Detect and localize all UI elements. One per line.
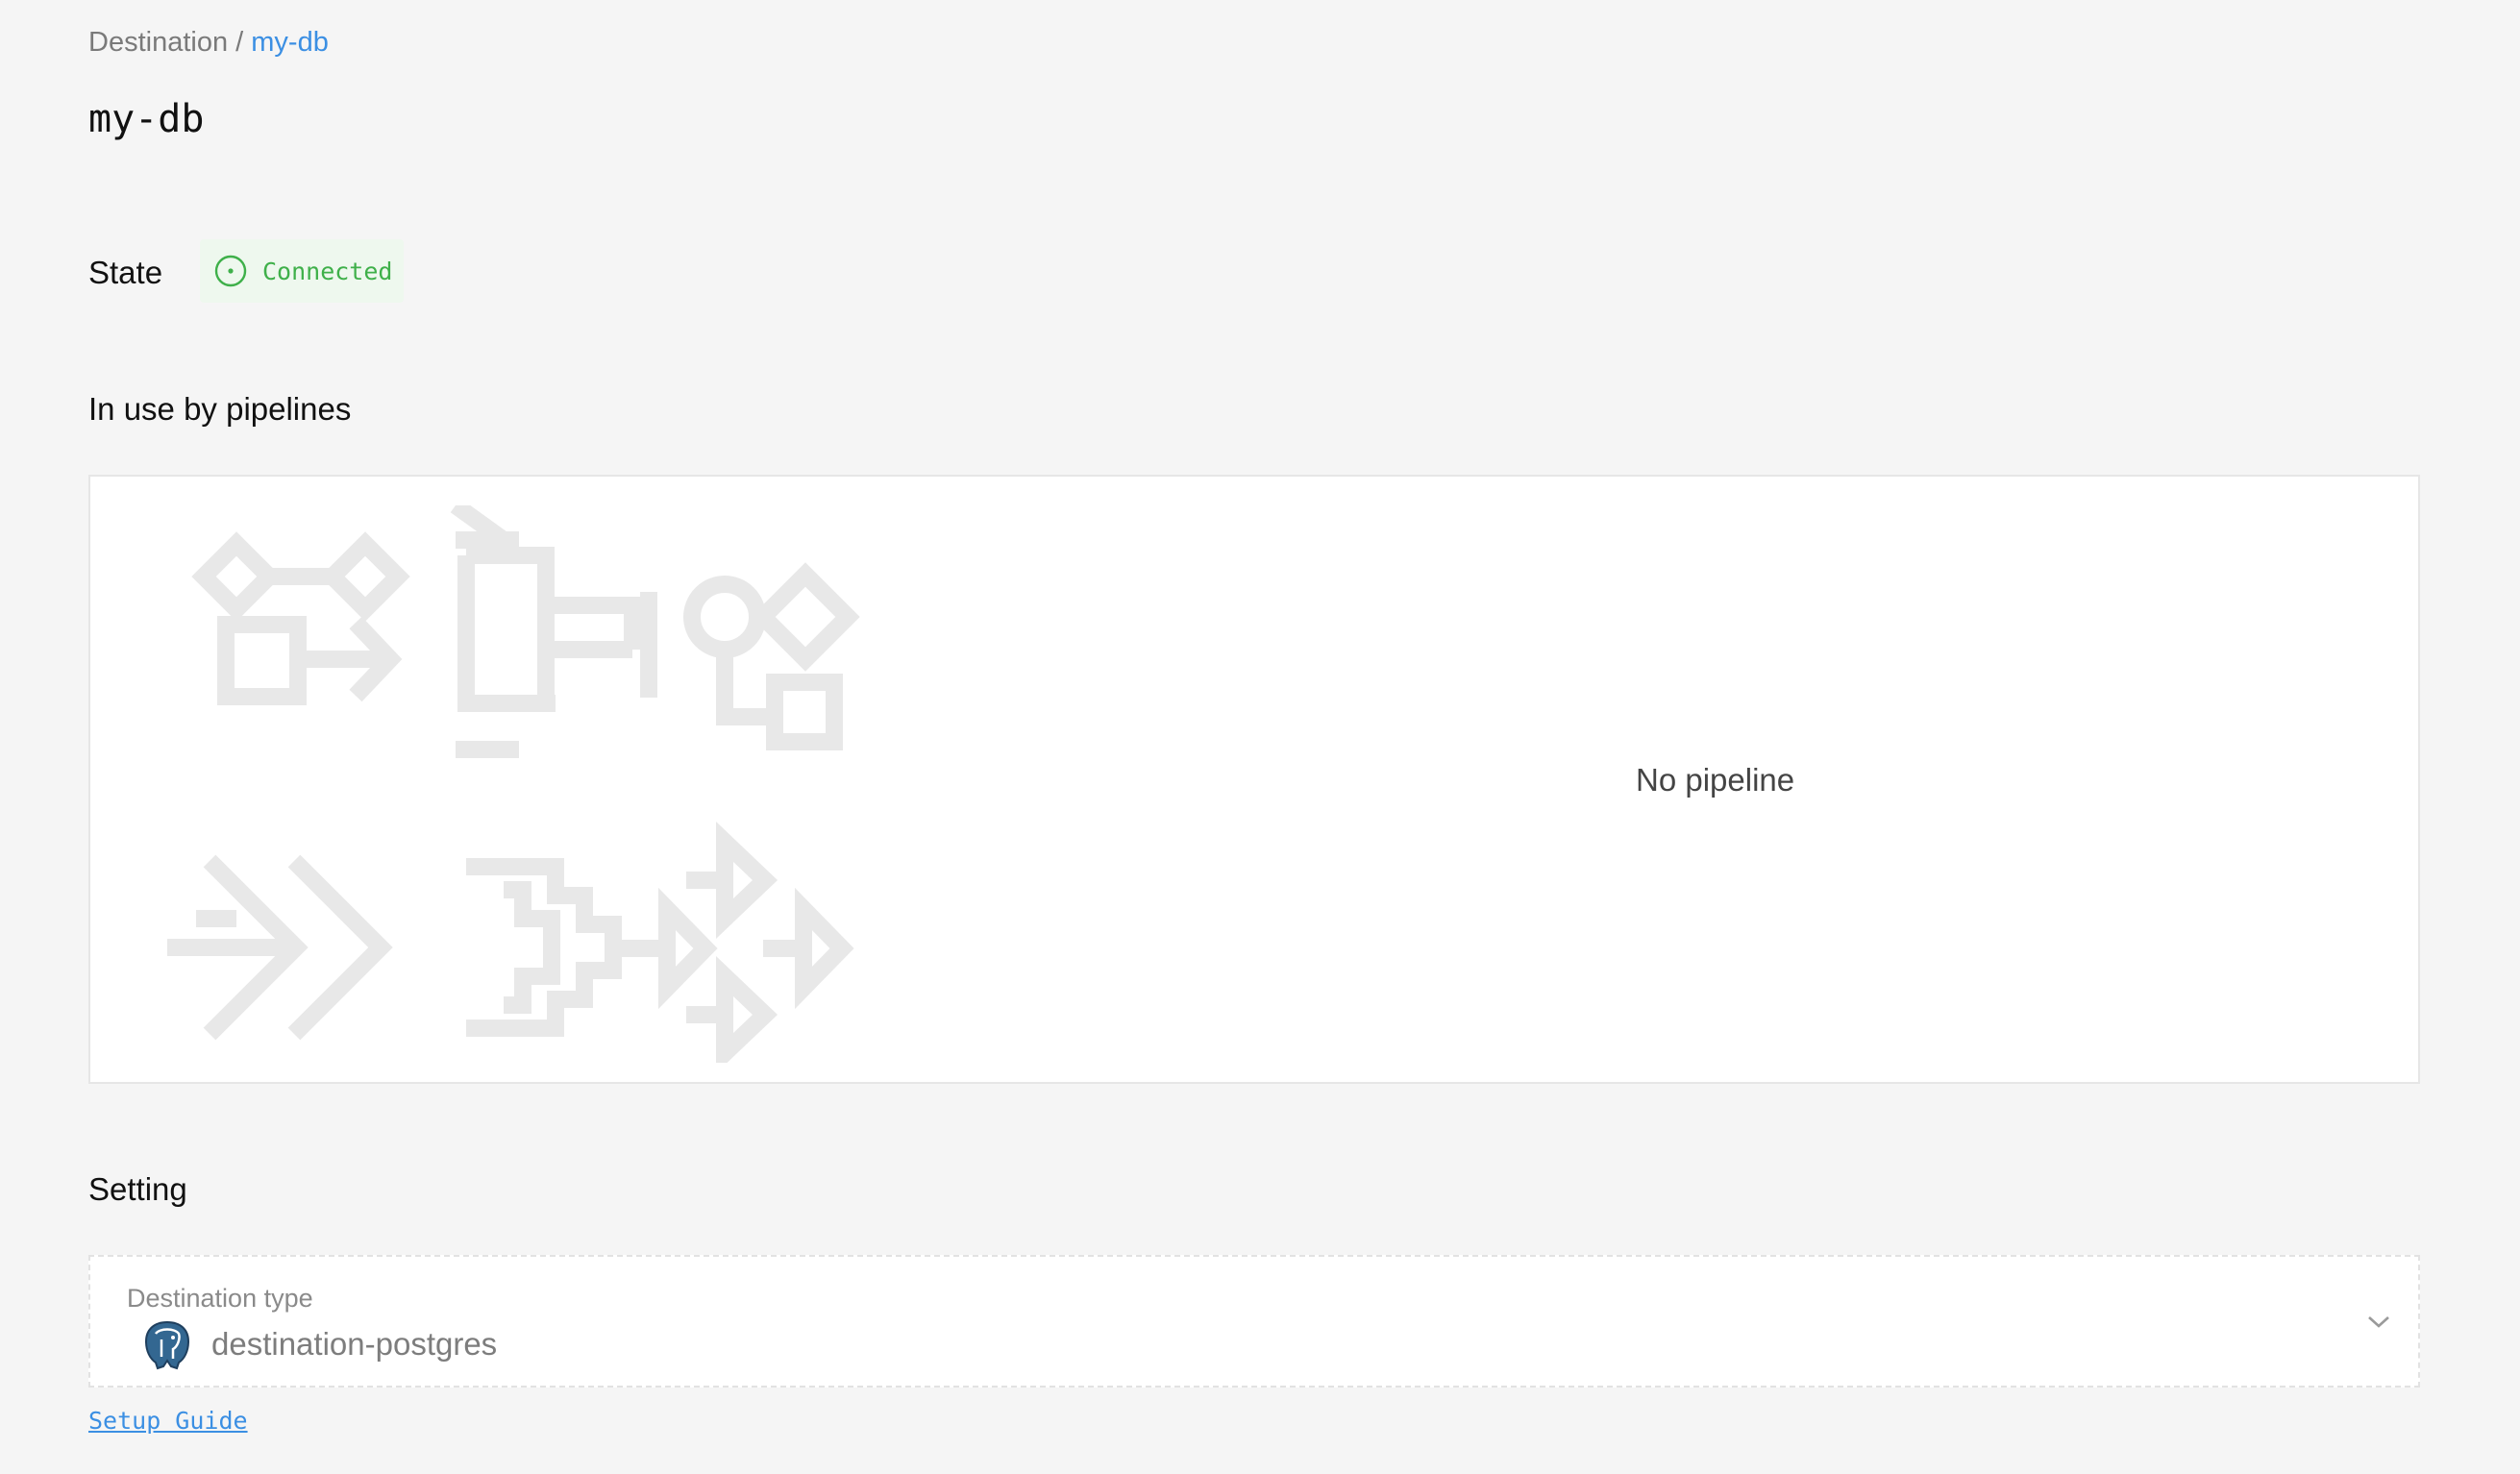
status-text: Connected	[262, 257, 393, 285]
destination-type-select[interactable]: Destination type destination-postgres	[88, 1255, 2420, 1388]
empty-pipelines-illustration	[167, 505, 860, 1063]
state-label: State	[88, 255, 163, 290]
breadcrumb: Destination / my-db	[88, 25, 329, 60]
setting-heading: Setting	[88, 1171, 187, 1207]
breadcrumb-current[interactable]: my-db	[251, 27, 329, 58]
empty-state-text: No pipeline	[1636, 762, 1795, 798]
dot-circle-icon	[214, 255, 247, 287]
breadcrumb-separator: /	[228, 27, 252, 58]
chevron-down-icon[interactable]	[2364, 1307, 2393, 1336]
pipelines-panel: No pipeline	[88, 475, 2420, 1084]
status-badge: Connected	[200, 239, 404, 303]
pipelines-heading: In use by pipelines	[88, 391, 352, 427]
breadcrumb-parent[interactable]: Destination	[88, 27, 228, 58]
page-title: my-db	[88, 97, 205, 141]
destination-detail-page: Destination / my-db my-db State Connecte…	[0, 0, 2520, 1474]
setup-guide-link[interactable]: Setup Guide	[88, 1407, 248, 1435]
destination-type-label: Destination type	[127, 1284, 313, 1313]
postgres-elephant-icon	[140, 1318, 194, 1372]
destination-type-value: destination-postgres	[211, 1326, 498, 1362]
